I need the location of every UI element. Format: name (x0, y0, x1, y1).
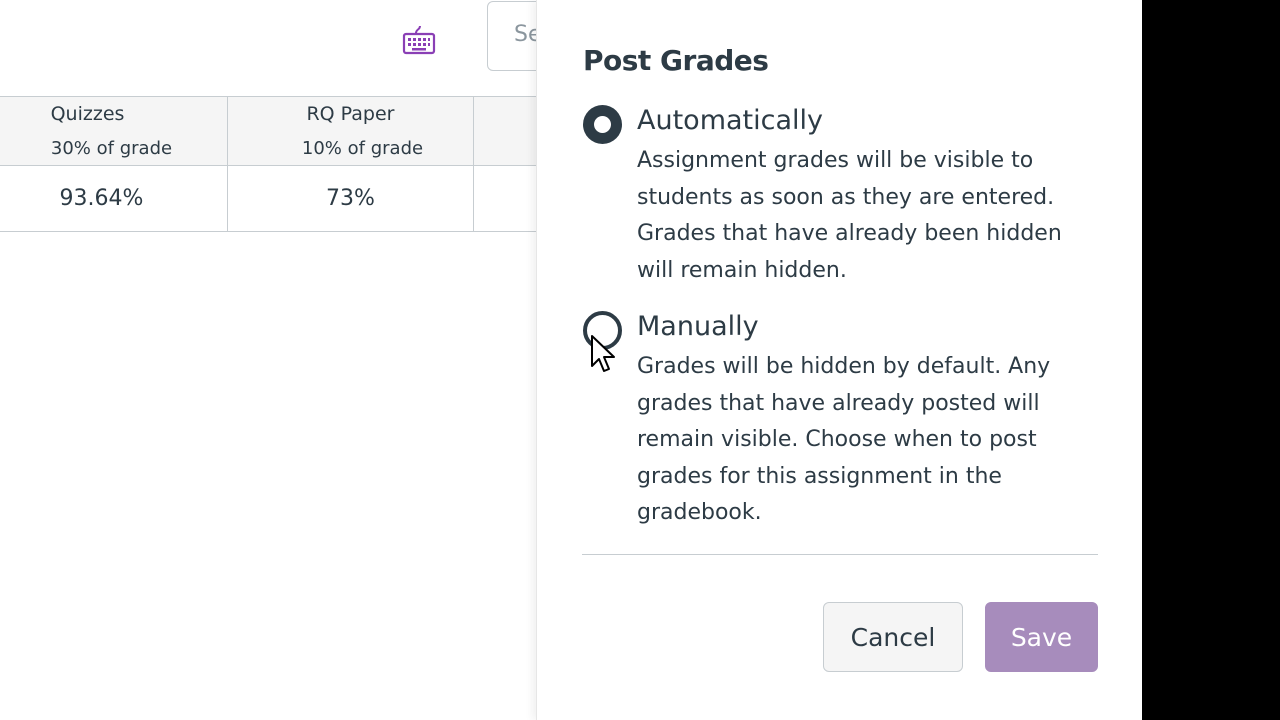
grade-cell-rq-paper[interactable]: 73% (228, 166, 474, 231)
divider (582, 554, 1098, 555)
video-letterbox (1142, 0, 1280, 720)
column-header-row: Quizzes 30% of grade RQ Paper 10% of gra… (0, 96, 540, 166)
gradebook-background: Quizzes 30% of grade RQ Paper 10% of gra… (0, 0, 567, 720)
radio-manually[interactable] (583, 311, 622, 350)
option-label[interactable]: Manually (637, 311, 759, 342)
column-weight: 30% of grade (50, 138, 173, 159)
grade-value: 93.64% (59, 186, 144, 211)
cancel-button[interactable]: Cancel (823, 602, 963, 672)
save-button[interactable]: Save (985, 602, 1098, 672)
keyboard-shortcuts-button[interactable] (398, 22, 440, 58)
column-header-quizzes[interactable]: Quizzes 30% of grade (0, 97, 228, 165)
column-name: RQ Paper (306, 103, 395, 125)
post-grades-tray: Post Grades Automatically Assignment gra… (536, 0, 1142, 720)
option-label[interactable]: Automatically (637, 105, 823, 136)
column-weight: 10% of grade (301, 138, 424, 159)
table-row: 93.64% 73% (0, 166, 540, 232)
grade-cell-hidden[interactable] (474, 166, 540, 231)
grade-value: 73% (326, 186, 375, 211)
column-header-hidden[interactable] (474, 97, 540, 165)
radio-automatically[interactable] (583, 105, 622, 144)
option-description: Assignment grades will be visible to stu… (637, 148, 1062, 283)
grade-cell-quizzes[interactable]: 93.64% (0, 166, 228, 231)
keyboard-icon (402, 25, 436, 55)
tray-title: Post Grades (583, 44, 769, 77)
column-header-rq-paper[interactable]: RQ Paper 10% of grade (228, 97, 474, 165)
column-name: Quizzes (50, 103, 125, 125)
option-description: Grades will be hidden by default. Any gr… (637, 354, 1051, 525)
